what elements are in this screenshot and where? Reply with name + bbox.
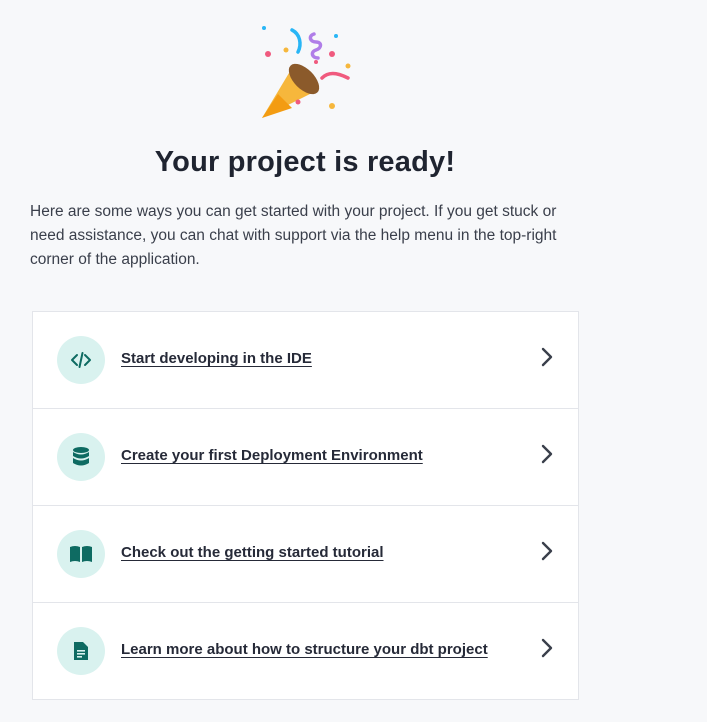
book-icon <box>70 546 92 562</box>
list-item-deployment-env[interactable]: Create your first Deployment Environment <box>33 409 578 506</box>
list-item-link[interactable]: Create your first Deployment Environment <box>121 447 423 464</box>
getting-started-list: Start developing in the IDE Create your … <box>32 311 579 700</box>
chevron-right-icon <box>541 638 553 658</box>
list-item-structure-project[interactable]: Learn more about how to structure your d… <box>33 603 578 699</box>
list-item-start-ide[interactable]: Start developing in the IDE <box>33 312 578 409</box>
page-title: Your project is ready! <box>154 146 456 178</box>
intro-text: Here are some ways you can get started w… <box>30 203 557 268</box>
icon-badge <box>57 627 105 675</box>
icon-badge <box>57 530 105 578</box>
icon-badge <box>57 336 105 384</box>
chevron-right-icon <box>541 347 553 367</box>
list-item-link[interactable]: Check out the getting started tutorial <box>121 544 384 561</box>
list-item-link[interactable]: Start developing in the IDE <box>121 350 312 367</box>
chevron-right-icon <box>541 541 553 561</box>
party-popper-icon <box>262 26 351 118</box>
database-icon <box>73 447 89 466</box>
icon-badge <box>57 433 105 481</box>
list-item-link[interactable]: Learn more about how to structure your d… <box>121 641 488 658</box>
onboarding-page: Your project is ready! Here are some way… <box>0 0 707 722</box>
chevron-right-icon <box>541 444 553 464</box>
code-icon <box>71 352 91 368</box>
list-item-tutorial[interactable]: Check out the getting started tutorial <box>33 506 578 603</box>
document-icon <box>74 642 88 660</box>
